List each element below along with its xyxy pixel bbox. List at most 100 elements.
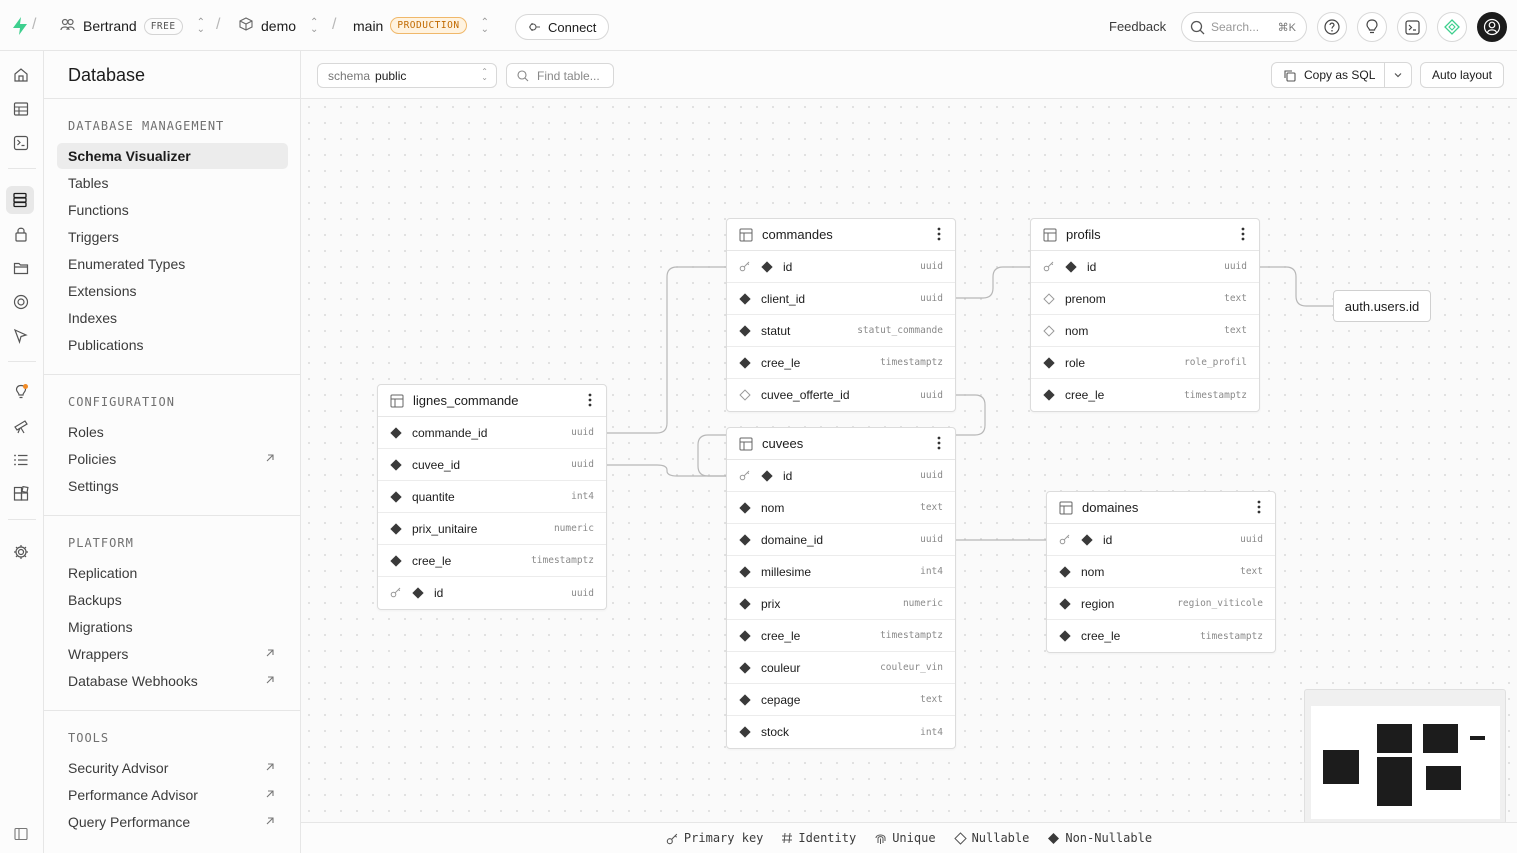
column-row[interactable]: cree_le timestamptz: [378, 545, 606, 577]
find-table-input[interactable]: Find table...: [506, 63, 614, 88]
table-node-profils[interactable]: profils id uuid prenom text nom text rol…: [1030, 218, 1260, 412]
column-row[interactable]: stock int4: [727, 716, 955, 748]
column-row[interactable]: role role_profil: [1031, 347, 1259, 379]
sidebar-item-tables[interactable]: Tables: [57, 170, 288, 196]
sidebar-item-query-performance[interactable]: Query Performance: [57, 809, 288, 835]
column-row[interactable]: client_id uuid: [727, 283, 955, 315]
column-row[interactable]: id uuid: [378, 577, 606, 609]
sidebar-item-backups[interactable]: Backups: [57, 587, 288, 613]
realtime-icon[interactable]: [9, 290, 33, 314]
column-row[interactable]: cree_le timestamptz: [1047, 620, 1275, 652]
schema-select[interactable]: schema public ⌃ ⌄: [317, 63, 497, 88]
settings-gear-icon[interactable]: [9, 540, 33, 564]
sidebar-item-indexes[interactable]: Indexes: [57, 305, 288, 331]
chevron-updown-icon[interactable]: ⌃ ⌄: [481, 17, 489, 34]
integrations-icon[interactable]: [9, 482, 33, 506]
column-row[interactable]: id uuid: [1031, 251, 1259, 283]
storage-folder-icon[interactable]: [9, 256, 33, 280]
assistant-button[interactable]: [1437, 12, 1467, 42]
chevron-updown-icon[interactable]: ⌃ ⌄: [310, 17, 318, 34]
more-options-icon[interactable]: [1257, 500, 1261, 514]
project-selector[interactable]: demo ⌃ ⌄: [239, 17, 318, 34]
table-node-commandes[interactable]: commandes id uuid client_id uuid statut …: [726, 218, 956, 412]
database-icon[interactable]: [6, 186, 34, 214]
column-row[interactable]: couleur couleur_vin: [727, 652, 955, 684]
connect-button[interactable]: Connect: [515, 14, 610, 40]
column-row[interactable]: cree_le timestamptz: [727, 620, 955, 652]
home-icon[interactable]: [9, 63, 33, 87]
column-row[interactable]: prix_unitaire numeric: [378, 513, 606, 545]
branch-selector[interactable]: main PRODUCTION ⌃ ⌄: [353, 17, 489, 34]
table-editor-icon[interactable]: [9, 97, 33, 121]
observability-telescope-icon[interactable]: [9, 414, 33, 438]
table-header[interactable]: lignes_commande: [378, 385, 606, 417]
search-box[interactable]: Search... ⌘K: [1181, 12, 1307, 42]
column-row[interactable]: id uuid: [1047, 524, 1275, 556]
column-row[interactable]: prix numeric: [727, 588, 955, 620]
copy-as-sql-button[interactable]: Copy as SQL: [1271, 62, 1412, 88]
advisors-lightbulb-icon[interactable]: [9, 380, 33, 404]
sidebar-item-triggers[interactable]: Triggers: [57, 224, 288, 250]
more-options-icon[interactable]: [937, 227, 941, 241]
column-row[interactable]: prenom text: [1031, 283, 1259, 315]
sidebar-item-migrations[interactable]: Migrations: [57, 614, 288, 640]
sidebar-item-database-webhooks[interactable]: Database Webhooks: [57, 668, 288, 694]
column-row[interactable]: commande_id uuid: [378, 417, 606, 449]
sidebar-item-performance-advisor[interactable]: Performance Advisor: [57, 782, 288, 808]
sidebar-item-functions[interactable]: Functions: [57, 197, 288, 223]
org-selector[interactable]: Bertrand FREE ⌃ ⌄: [60, 17, 205, 35]
table-header[interactable]: commandes: [727, 219, 955, 251]
user-avatar[interactable]: [1477, 12, 1507, 42]
sidebar-item-wrappers[interactable]: Wrappers: [57, 641, 288, 667]
collapse-sidebar-icon[interactable]: [9, 822, 33, 846]
column-row[interactable]: cree_le timestamptz: [1031, 379, 1259, 411]
whats-new-button[interactable]: [1357, 12, 1387, 42]
minimap[interactable]: [1304, 689, 1506, 822]
column-row[interactable]: region region_viticole: [1047, 588, 1275, 620]
table-node-lignes-commande[interactable]: lignes_commande commande_id uuid cuvee_i…: [377, 384, 607, 610]
table-header[interactable]: domaines: [1047, 492, 1275, 524]
auth-lock-icon[interactable]: [9, 222, 33, 246]
sidebar-item-settings[interactable]: Settings: [57, 473, 288, 499]
more-options-icon[interactable]: [1241, 227, 1245, 241]
column-row[interactable]: cuvee_id uuid: [378, 449, 606, 481]
sidebar-item-extensions[interactable]: Extensions: [57, 278, 288, 304]
sidebar-item-replication[interactable]: Replication: [57, 560, 288, 586]
sidebar-item-publications[interactable]: Publications: [57, 332, 288, 358]
column-row[interactable]: cuvee_offerte_id uuid: [727, 379, 955, 411]
chevron-down-icon[interactable]: [1393, 70, 1403, 80]
column-row[interactable]: cepage text: [727, 684, 955, 716]
column-row[interactable]: quantite int4: [378, 481, 606, 513]
column-row[interactable]: nom text: [727, 492, 955, 524]
supabase-logo-icon[interactable]: [10, 16, 30, 41]
more-options-icon[interactable]: [588, 393, 592, 407]
sidebar-item-schema-visualizer[interactable]: Schema Visualizer: [57, 143, 288, 169]
column-row[interactable]: nom text: [1047, 556, 1275, 588]
edge-functions-icon[interactable]: [9, 324, 33, 348]
sql-editor-icon[interactable]: [9, 131, 33, 155]
column-row[interactable]: statut statut_commande: [727, 315, 955, 347]
auto-layout-button[interactable]: Auto layout: [1420, 62, 1504, 88]
external-ref-node[interactable]: auth.users.id: [1333, 290, 1431, 322]
chevron-updown-icon[interactable]: ⌃ ⌄: [197, 18, 205, 35]
column-row[interactable]: cree_le timestamptz: [727, 347, 955, 379]
more-options-icon[interactable]: [937, 436, 941, 450]
logs-list-icon[interactable]: [9, 448, 33, 472]
table-header[interactable]: profils: [1031, 219, 1259, 251]
sidebar-item-enumerated-types[interactable]: Enumerated Types: [57, 251, 288, 277]
schema-canvas[interactable]: commandes id uuid client_id uuid statut …: [301, 99, 1517, 822]
sidebar-item-policies[interactable]: Policies: [57, 446, 288, 472]
feedback-button[interactable]: Feedback: [1109, 19, 1166, 34]
column-row[interactable]: millesime int4: [727, 556, 955, 588]
terminal-button[interactable]: [1397, 12, 1427, 42]
table-node-cuvees[interactable]: cuvees id uuid nom text domaine_id uuid …: [726, 427, 956, 749]
column-row[interactable]: id uuid: [727, 251, 955, 283]
column-row[interactable]: domaine_id uuid: [727, 524, 955, 556]
help-button[interactable]: [1317, 12, 1347, 42]
sidebar-item-security-advisor[interactable]: Security Advisor: [57, 755, 288, 781]
column-row[interactable]: id uuid: [727, 460, 955, 492]
table-node-domaines[interactable]: domaines id uuid nom text region region_…: [1046, 491, 1276, 653]
column-row[interactable]: nom text: [1031, 315, 1259, 347]
table-header[interactable]: cuvees: [727, 428, 955, 460]
sidebar-item-roles[interactable]: Roles: [57, 419, 288, 445]
